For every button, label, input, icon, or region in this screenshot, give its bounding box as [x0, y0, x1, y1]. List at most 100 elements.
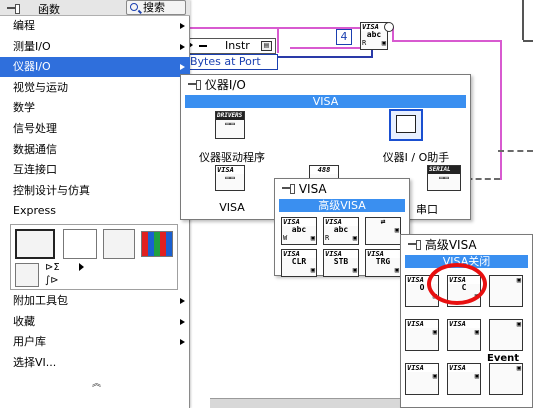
express-arith-icon[interactable]: ⊳Σ ∫⊳	[45, 261, 75, 289]
instr-property-node[interactable]: Instr ▤	[186, 38, 276, 54]
terminal-icon: ▣	[310, 266, 315, 274]
palette-item-label: 收藏	[13, 314, 35, 328]
palette-item[interactable]: 信号处理	[0, 119, 190, 139]
palette-item[interactable]: 编程	[0, 16, 190, 36]
visa-function-icon[interactable]: VISA ▣	[447, 319, 481, 351]
palette-item-label: 控制设计与仿真	[13, 183, 90, 197]
visa-function-icon[interactable]: VISA abc R ▣	[323, 217, 359, 245]
bytes-at-port-property[interactable]: Bytes at Port	[186, 54, 278, 70]
visa-function-icon[interactable]: VISA ▣	[405, 319, 439, 351]
visa-palette: VISA 高级VISA VISA abc W ▣ VISA abc R ▣ ⇄ ▣ VISA CLR ▣…	[274, 178, 410, 277]
terminal-icon: ▣	[432, 328, 437, 336]
serial-device-icon: ▭▭	[439, 173, 449, 182]
palette-item[interactable]: 收藏	[0, 312, 190, 332]
palette-item-label: 数学	[13, 101, 35, 115]
visa-subpalette-label: VISA	[219, 201, 245, 214]
visa-title: VISA	[298, 182, 327, 196]
search-button[interactable]: 搜索	[126, 0, 186, 15]
visa-resource-wire	[392, 40, 502, 42]
event-label: Event	[487, 353, 520, 364]
instrument-drivers-icon[interactable]: DRIVERS ▭▭	[215, 111, 245, 139]
visa-subpalette-icon[interactable]: VISA ▭▭	[215, 165, 245, 191]
visa-function-icon[interactable]: ⇄ ▣	[365, 217, 401, 245]
connector-icon	[199, 45, 207, 47]
palette-item[interactable]: 视觉与运动	[0, 78, 190, 98]
serial-label: 串口	[416, 203, 438, 216]
palette-item[interactable]: 数学	[0, 98, 190, 118]
terminal-icon: ▣	[352, 266, 357, 274]
visa-resource-wire	[277, 27, 279, 53]
visa-function-icon[interactable]: ▣	[489, 319, 523, 351]
advanced-visa-bar[interactable]: 高级VISA	[279, 199, 405, 212]
visa-function-icon[interactable]: VISA ▣	[447, 363, 481, 395]
palette-header: 函数 搜索	[0, 0, 190, 16]
pin-icon[interactable]	[6, 3, 20, 14]
palette-item[interactable]: 测量I/O	[0, 37, 190, 57]
visa-function-icon[interactable]: VISA CLR ▣	[281, 249, 317, 277]
visa-function-icon[interactable]: VISA STB ▣	[323, 249, 359, 277]
palette-item-label: 编程	[13, 19, 35, 32]
chevron-right-icon	[79, 263, 86, 271]
collapse-chevrons-icon[interactable]: ︽	[92, 376, 101, 389]
visa-resource-wire	[500, 40, 502, 180]
clock-icon	[384, 22, 394, 32]
icon-mid-label: TRG	[375, 257, 391, 266]
highlight-circle	[427, 263, 487, 305]
palette-item-label: 测量I/O	[13, 39, 51, 53]
express-output-icon[interactable]	[103, 229, 135, 259]
icon-bottom-label: W	[283, 234, 288, 242]
visa-function-icon[interactable]: ▣	[489, 363, 523, 395]
search-icon	[130, 3, 138, 11]
submenu-arrow-icon	[180, 64, 185, 71]
palette-item[interactable]: 互连接口	[0, 160, 190, 180]
icon-top-label: VISA	[406, 364, 438, 372]
functions-palette: 函数 搜索 编程测量I/O 仪器I/O 视觉与运动数学信号处理数据通信 互连接口控制设…	[0, 0, 190, 408]
search-label: 搜索	[143, 1, 165, 14]
palette-item-label: Express	[13, 204, 56, 218]
pin-icon[interactable]	[407, 239, 421, 250]
icon-mid-label: ⇄	[380, 217, 386, 226]
palette-item[interactable]: 数据通信	[0, 140, 190, 160]
palette-item-label: 仪器I/O	[13, 60, 51, 74]
palette-item[interactable]: Express	[0, 201, 190, 221]
icon-top-label: VISA	[448, 364, 480, 372]
express-input-icon[interactable]	[15, 229, 55, 259]
palette-item[interactable]: 用户库	[0, 332, 190, 352]
structure-border	[523, 40, 533, 42]
submenu-arrow-icon	[180, 23, 185, 29]
visa-function-icon[interactable]: VISA abc W ▣	[281, 217, 317, 245]
terminal-icon: ▣	[474, 328, 479, 336]
instrument-io-title-row: 仪器I/O	[181, 75, 470, 95]
icon-top-label: VISA	[406, 320, 438, 328]
diagram-scrollbar[interactable]	[210, 398, 400, 408]
visa-function-grid: VISA abc W ▣ VISA abc R ▣ ⇄ ▣ VISA CLR ▣ VISA STB ▣ VISA…	[281, 217, 407, 277]
instr-label: Instr	[225, 39, 250, 52]
express-graph-icon[interactable]	[63, 229, 97, 259]
express-signal-icon[interactable]	[15, 263, 39, 287]
express-table-icon[interactable]	[141, 231, 173, 257]
visa-function-icon[interactable]: VISA ▣	[405, 363, 439, 395]
submenu-arrow-icon	[180, 43, 185, 50]
icon-mid-label: STB	[333, 257, 349, 266]
terminal-icon: ▣	[310, 234, 315, 242]
palette-item[interactable]: 控制设计与仿真	[0, 181, 190, 201]
instrument-io-assistant-icon[interactable]	[389, 109, 423, 141]
serial-icon[interactable]: SERIAL ▭▭	[427, 165, 461, 191]
pin-icon[interactable]	[187, 79, 201, 90]
terminal-icon: ▣	[474, 372, 479, 380]
palette-item[interactable]: 选择VI...	[0, 353, 190, 373]
advanced-visa-title-row: 高级VISA	[401, 235, 532, 255]
instrument-io-assistant-label: 仪器I / O助手	[382, 151, 450, 164]
icon-bottom-label: R	[325, 234, 330, 242]
error-wire	[498, 150, 533, 152]
visa-function-icon[interactable]: ▣	[489, 275, 523, 307]
visa-function-icon[interactable]: VISA TRG ▣	[365, 249, 401, 277]
palette-item[interactable]: 附加工具包	[0, 291, 190, 311]
palette-item-label: 信号处理	[13, 122, 57, 135]
terminal-icon: ▣	[516, 364, 521, 372]
palette-item[interactable]: 仪器I/O	[0, 57, 190, 78]
visa-section-bar[interactable]: VISA	[185, 95, 466, 108]
bytes-count-wire	[278, 56, 373, 58]
pin-icon[interactable]	[281, 183, 295, 194]
numeric-constant[interactable]: 4	[336, 29, 352, 45]
